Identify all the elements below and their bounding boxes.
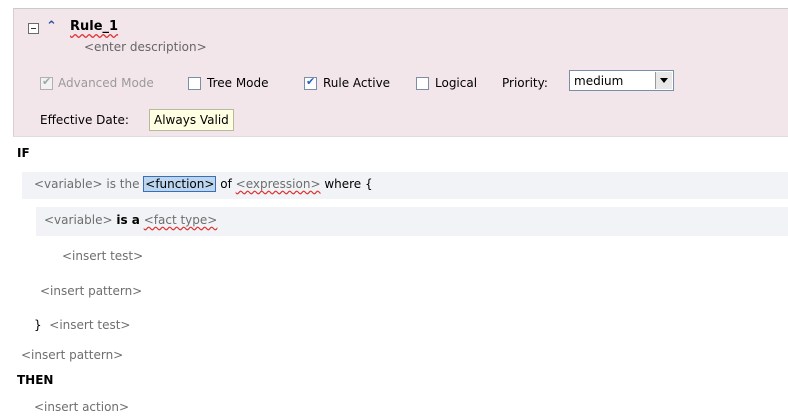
then-keyword: THEN (17, 373, 54, 387)
if-line1: <variable> is the <function> of <express… (34, 176, 373, 192)
effective-date-value[interactable]: Always Valid (149, 109, 234, 131)
priority-select[interactable]: medium (569, 70, 674, 91)
where-text: where { (324, 177, 373, 191)
rule-name[interactable]: Rule_1 (70, 19, 118, 34)
of-text: of (220, 177, 232, 191)
if-keyword: IF (17, 146, 30, 160)
rule-header-panel: ⌃ Rule_1 <enter description> Advanced Mo… (13, 8, 788, 137)
insert-test-outer[interactable]: <insert test> (49, 318, 130, 332)
priority-value: medium (574, 74, 624, 88)
effective-date-label: Effective Date: (40, 113, 129, 127)
chevron-up-icon[interactable]: ⌃ (46, 19, 57, 34)
fact-type-placeholder[interactable]: <fact type> (144, 213, 218, 227)
priority-label: Priority: (502, 76, 548, 90)
insert-pattern-inner[interactable]: <insert pattern> (40, 284, 142, 298)
rule-active-label: Rule Active (323, 76, 391, 90)
chevron-down-icon[interactable] (655, 72, 672, 89)
if-line2: <variable> is a <fact type> (44, 213, 217, 227)
close-brace: } (34, 318, 42, 332)
expression-placeholder[interactable]: <expression> (236, 177, 321, 191)
close-brace-line: } <insert test> (34, 318, 130, 332)
rule-description[interactable]: <enter description> (84, 40, 207, 54)
logical-checkbox[interactable] (416, 77, 429, 90)
advanced-mode-checkbox[interactable] (40, 75, 53, 90)
insert-test-inner[interactable]: <insert test> (62, 249, 143, 263)
logical-label: Logical (435, 76, 478, 90)
rule-active-checkbox[interactable] (304, 75, 317, 90)
is-the-text: is the (106, 177, 140, 191)
insert-pattern-outer[interactable]: <insert pattern> (21, 348, 123, 362)
tree-mode-checkbox[interactable] (188, 77, 201, 90)
variable-placeholder[interactable]: <variable> (44, 213, 113, 227)
function-placeholder[interactable]: <function> (143, 176, 217, 192)
tree-mode-label: Tree Mode (207, 76, 269, 90)
advanced-mode-label: Advanced Mode (58, 76, 154, 90)
insert-action[interactable]: <insert action> (34, 400, 129, 414)
is-a-text: is a (116, 213, 140, 227)
variable-placeholder[interactable]: <variable> (34, 177, 103, 191)
collapse-icon[interactable] (28, 23, 39, 34)
